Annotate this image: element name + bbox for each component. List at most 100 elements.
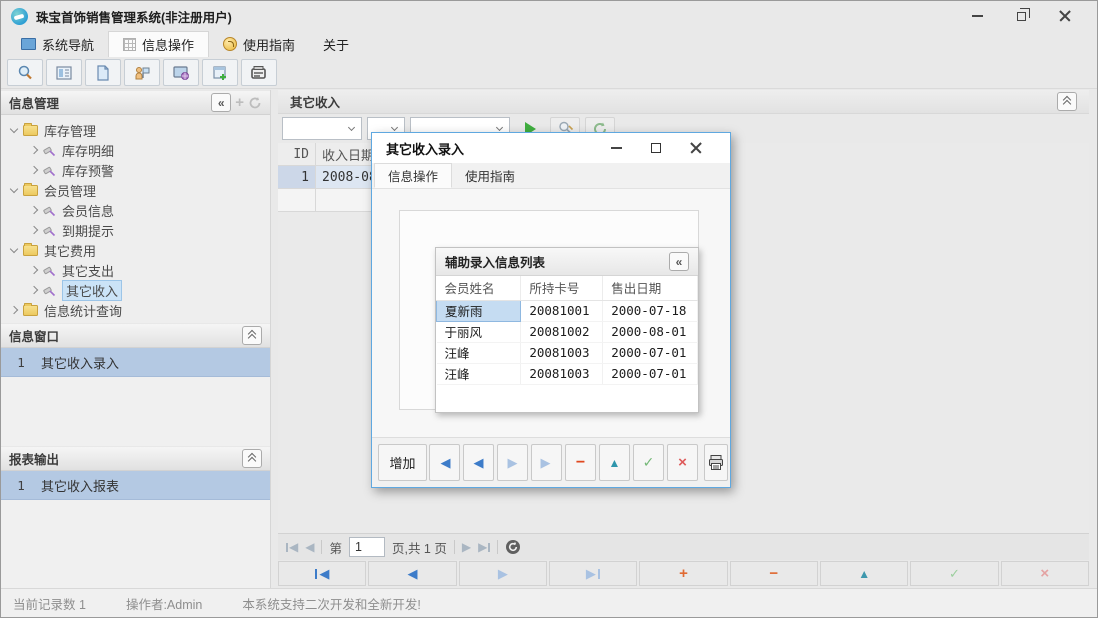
tree-item-other-income[interactable]: 其它收入 xyxy=(1,280,270,300)
refresh-pages-button[interactable] xyxy=(505,539,521,555)
tree-item-expiry-reminder[interactable]: 到期提示 xyxy=(1,220,270,240)
main-panel-header: 其它收入 xyxy=(278,90,1089,114)
caret-right-icon xyxy=(10,306,18,314)
main-panel-title: 其它收入 xyxy=(290,92,340,111)
tree-item-member-info[interactable]: 会员信息 xyxy=(1,200,270,220)
helper-row[interactable]: 于丽风 20081002 2000-08-01 xyxy=(437,321,698,342)
page-prev-button[interactable]: ◀ xyxy=(305,540,314,554)
col-sell-date[interactable]: 售出日期 xyxy=(603,276,698,300)
sidebar: 信息管理 « + 库存管理 库存明细 xyxy=(1,90,271,588)
user-report-button[interactable] xyxy=(124,59,160,86)
nav-first-button[interactable]: ◀ xyxy=(278,561,366,586)
chevron-down-icon xyxy=(496,124,503,131)
collapse-panel-button[interactable]: « xyxy=(211,93,231,112)
helper-list-table: 会员姓名 所持卡号 售出日期 夏新雨 20081001 2000-07-18 于… xyxy=(436,276,698,385)
menu-item-info-ops[interactable]: 信息操作 xyxy=(108,31,209,57)
tab-label: 信息操作 xyxy=(388,166,438,185)
search-icon xyxy=(16,64,34,82)
nav-delete-button[interactable]: − xyxy=(730,561,818,586)
report-output-row[interactable]: 1 其它收入报表 xyxy=(1,471,270,500)
collapse-up-button[interactable] xyxy=(1057,92,1077,111)
helper-list-header: 辅助录入信息列表 « xyxy=(436,248,698,276)
printer-tray-button[interactable] xyxy=(241,59,277,86)
nav-add-button[interactable]: + xyxy=(639,561,727,586)
nav-edit-button[interactable]: ▲ xyxy=(820,561,908,586)
monitor-globe-button[interactable] xyxy=(163,59,199,86)
dlg-prev-button[interactable]: ◀ xyxy=(463,444,494,481)
info-window-row[interactable]: 1 其它收入录入 xyxy=(1,348,270,377)
add-icon[interactable]: + xyxy=(235,95,244,110)
record-count-status: 当前记录数 1 xyxy=(13,594,86,613)
tree-label: 库存明细 xyxy=(62,141,114,160)
tree-label: 会员信息 xyxy=(62,201,114,220)
app-window: 珠宝首饰销售管理系统(非注册用户) 系统导航 信息操作 使用指南 关于 xyxy=(0,0,1098,618)
cell-card-number: 20081003 xyxy=(521,363,603,384)
document-button[interactable] xyxy=(85,59,121,86)
dlg-next-button[interactable]: ▶ xyxy=(497,444,528,481)
tree-item-inventory-alert[interactable]: 库存预警 xyxy=(1,160,270,180)
nav-next-button[interactable]: ▶ xyxy=(459,561,547,586)
tab-info-ops[interactable]: 信息操作 xyxy=(374,163,452,188)
collapse-up-button[interactable] xyxy=(242,449,262,468)
tree-item-member-mgmt[interactable]: 会员管理 xyxy=(1,180,270,200)
page-last-button[interactable]: ▶ xyxy=(478,540,490,554)
col-member-name[interactable]: 会员姓名 xyxy=(437,276,521,300)
helper-row[interactable]: 汪峰 20081003 2000-07-01 xyxy=(437,363,698,384)
close-button[interactable] xyxy=(1043,2,1087,30)
report-output-body xyxy=(1,500,270,588)
tab-guide[interactable]: 使用指南 xyxy=(452,163,528,188)
add-record-button[interactable]: 增加 xyxy=(378,444,427,481)
helper-row[interactable]: 夏新雨 20081001 2000-07-18 xyxy=(437,300,698,321)
tree-label: 到期提示 xyxy=(62,221,114,240)
dlg-print-button[interactable] xyxy=(704,444,728,481)
dlg-edit-button[interactable]: ▲ xyxy=(599,444,630,481)
dlg-delete-button[interactable]: − xyxy=(565,444,596,481)
nav-cancel-button[interactable]: × xyxy=(1001,561,1089,586)
nav-prev-button[interactable]: ◀ xyxy=(368,561,456,586)
dlg-first-button[interactable]: ◀ xyxy=(429,444,460,481)
cross-icon: × xyxy=(1040,565,1049,582)
dlg-cancel-button[interactable]: × xyxy=(667,444,698,481)
cell-member-name: 汪峰 xyxy=(437,363,521,384)
search-button[interactable] xyxy=(7,59,43,86)
dialog-maximize-button[interactable] xyxy=(636,135,676,161)
menu-item-about[interactable]: 关于 xyxy=(309,31,363,57)
dlg-confirm-button[interactable]: ✓ xyxy=(633,444,664,481)
printer-icon xyxy=(708,454,725,471)
cell-sell-date: 2000-08-01 xyxy=(603,321,698,342)
window-add-button[interactable] xyxy=(202,59,238,86)
helper-row[interactable]: 汪峰 20081003 2000-07-01 xyxy=(437,342,698,363)
row-label: 其它收入录入 xyxy=(41,353,119,372)
page-next-button[interactable]: ▶ xyxy=(462,540,471,554)
tree-item-other-expense[interactable]: 其它支出 xyxy=(1,260,270,280)
collapse-list-button[interactable]: « xyxy=(669,252,689,271)
info-window-body xyxy=(1,377,270,446)
operator-status: 操作者:Admin xyxy=(126,594,202,613)
cell-sell-date: 2000-07-01 xyxy=(603,342,698,363)
tree-item-inventory-mgmt[interactable]: 库存管理 xyxy=(1,120,270,140)
dialog-minimize-button[interactable] xyxy=(596,135,636,161)
caret-down-icon xyxy=(10,124,18,132)
plus-icon: + xyxy=(679,565,688,582)
collapse-up-button[interactable] xyxy=(242,326,262,345)
nav-confirm-button[interactable]: ✓ xyxy=(910,561,998,586)
filter-dropdown-1[interactable] xyxy=(282,117,362,140)
tree-item-inventory-detail[interactable]: 库存明细 xyxy=(1,140,270,160)
page-first-button[interactable]: ◀ xyxy=(286,540,298,554)
tree-item-other-fees[interactable]: 其它费用 xyxy=(1,240,270,260)
menu-item-system-nav[interactable]: 系统导航 xyxy=(7,31,108,57)
col-card-number[interactable]: 所持卡号 xyxy=(521,276,603,300)
first-record-icon: ◀ xyxy=(319,566,329,582)
dialog-close-button[interactable] xyxy=(676,135,716,161)
document-icon xyxy=(94,64,112,82)
dlg-last-button[interactable]: ▶ xyxy=(531,444,562,481)
nav-last-button[interactable]: ▶ xyxy=(549,561,637,586)
restore-button[interactable] xyxy=(999,2,1043,30)
refresh-icon[interactable] xyxy=(248,96,262,110)
menu-item-guide[interactable]: 使用指南 xyxy=(209,31,309,57)
form-list-button[interactable] xyxy=(46,59,82,86)
page-number-input[interactable] xyxy=(349,537,385,557)
minimize-button[interactable] xyxy=(955,2,999,30)
tree-item-info-stats-query[interactable]: 信息统计查询 xyxy=(1,300,270,320)
grid-cell-id: 1 xyxy=(278,166,316,189)
